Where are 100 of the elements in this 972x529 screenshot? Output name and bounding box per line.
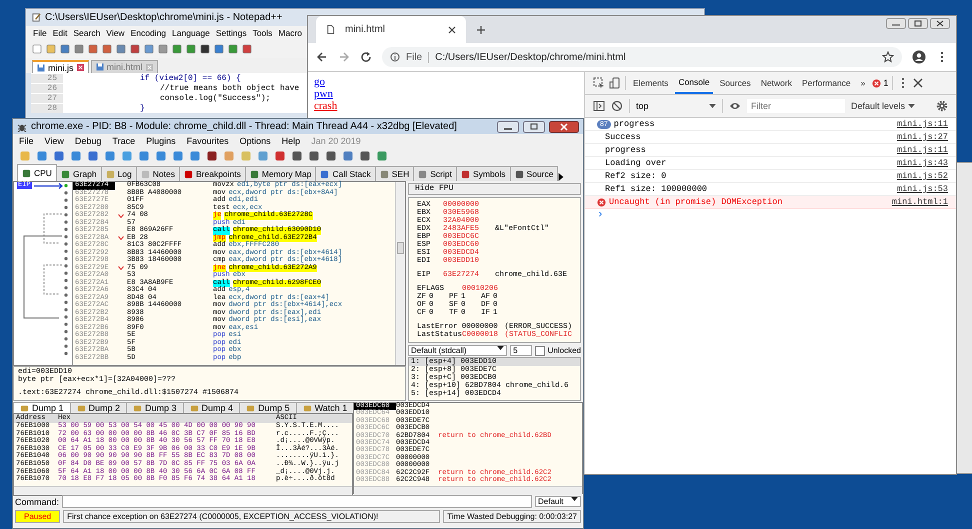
account-icon[interactable]: [912, 50, 926, 64]
file-tab[interactable]: mini.js: [32, 60, 89, 73]
menu-item[interactable]: Plugins: [146, 136, 176, 146]
close-icon[interactable]: [448, 26, 456, 34]
dump-tab[interactable]: Dump 4: [182, 402, 240, 413]
reload-icon[interactable]: [360, 51, 372, 63]
error-count[interactable]: 1: [883, 78, 888, 88]
scrollbar[interactable]: [14, 486, 352, 495]
scrollbar[interactable]: [354, 486, 582, 496]
console-message: Ref1 size: 100000000: [604, 184, 708, 194]
menu-item[interactable]: View: [106, 28, 125, 38]
command-field[interactable]: [62, 495, 532, 508]
page-link[interactable]: crash: [314, 100, 338, 112]
context-dropdown[interactable]: top: [636, 101, 716, 111]
menu-item[interactable]: Help: [282, 136, 300, 146]
toolbar-icon[interactable]: [359, 150, 371, 162]
debugger-tab[interactable]: Log: [100, 166, 137, 181]
forward-arrow-icon[interactable]: [338, 51, 350, 63]
scroll-right-icon[interactable]: [557, 173, 566, 181]
dump-tab[interactable]: Dump 5: [239, 402, 297, 413]
menu-item[interactable]: Edit: [52, 28, 68, 38]
close-icon[interactable]: [913, 78, 924, 88]
notepad-icon: [32, 13, 41, 22]
error-icon: [597, 198, 606, 206]
page-link[interactable]: pwn: [314, 88, 333, 100]
tab-icon: [320, 170, 330, 178]
levels-dropdown[interactable]: Default levels: [851, 101, 916, 111]
debugger-tab[interactable]: Symbols: [456, 166, 511, 181]
new-tab-icon[interactable]: [476, 24, 486, 34]
devtools-tab[interactable]: Network: [758, 72, 795, 94]
scrollbar-thumb[interactable]: [397, 242, 404, 254]
debugger-tab[interactable]: SEH: [374, 166, 414, 181]
menu-item[interactable]: Options: [240, 136, 271, 146]
dump-tab[interactable]: Watch 1: [296, 402, 354, 413]
scrollbar[interactable]: [395, 182, 405, 365]
dump-tab[interactable]: Dump 1: [13, 402, 71, 413]
source-link[interactable]: mini.js:27: [896, 132, 948, 142]
sidebar-icon[interactable]: [593, 100, 605, 112]
restore-icon[interactable]: [523, 120, 545, 132]
menu-item[interactable]: Settings: [216, 28, 247, 38]
menu-item[interactable]: Encoding: [130, 28, 166, 38]
source-link[interactable]: mini.js:52: [896, 171, 948, 181]
hide-fpu-button[interactable]: Hide FPU: [408, 183, 581, 195]
debugger-tab[interactable]: Breakpoints: [178, 166, 246, 181]
debugger-tab[interactable]: Script: [413, 166, 457, 181]
browser-tab[interactable]: mini.html: [316, 16, 466, 43]
page-link[interactable]: go: [314, 76, 325, 88]
command-mode-dropdown[interactable]: Default: [535, 496, 581, 507]
code-line: }: [140, 104, 145, 112]
menu-item[interactable]: File: [33, 28, 47, 38]
star-icon[interactable]: [882, 51, 894, 63]
devtools-tab[interactable]: Performance: [799, 72, 854, 94]
device-icon[interactable]: [609, 77, 621, 89]
argument-count-spinner[interactable]: 5: [510, 345, 532, 356]
tab-icon: [302, 404, 312, 412]
debugger-tab[interactable]: Notes: [136, 166, 180, 181]
debugger-tab[interactable]: Memory Map: [244, 166, 316, 181]
debugger-tab[interactable]: CPU: [17, 164, 57, 181]
debugger-tab[interactable]: Graph: [56, 166, 102, 181]
calling-convention-dropdown[interactable]: Default (stdcall): [408, 345, 508, 356]
toolbar-icon[interactable]: [308, 150, 320, 162]
toolbar-icon[interactable]: [291, 150, 303, 162]
menu-item[interactable]: Macro: [278, 28, 302, 38]
debugger-tab[interactable]: Call Stack: [315, 166, 376, 181]
minimize-icon[interactable]: [886, 18, 906, 29]
settings-icon[interactable]: [936, 100, 948, 112]
address-bar[interactable]: File C:/Users/IEUser/Desktop/chrome/mini.html: [382, 47, 902, 67]
console-message: Loading over: [604, 158, 666, 168]
eye-icon[interactable]: [729, 100, 741, 112]
source-link[interactable]: mini.js:53: [896, 184, 948, 194]
more-tabs-button[interactable]: »: [858, 72, 868, 94]
inspect-icon[interactable]: [593, 77, 605, 89]
unlocked-checkbox[interactable]: [534, 346, 545, 356]
menu-item[interactable]: Search: [73, 28, 100, 38]
debugger-tab[interactable]: Source: [510, 166, 558, 181]
console-prompt[interactable]: ›: [597, 209, 604, 221]
close-icon[interactable]: [549, 120, 579, 132]
menu-item[interactable]: File: [19, 136, 34, 146]
menu-item[interactable]: Tools: [252, 28, 272, 38]
dump-tab[interactable]: Dump 3: [126, 402, 184, 413]
source-link[interactable]: mini.js:43: [896, 158, 948, 168]
clear-icon[interactable]: [611, 100, 623, 112]
filter-field[interactable]: Filter: [747, 99, 845, 113]
restore-icon[interactable]: [908, 18, 928, 29]
menu-item[interactable]: Debug: [74, 136, 102, 146]
menu-item[interactable]: Trace: [112, 136, 136, 146]
devtools-tab[interactable]: Elements: [630, 72, 672, 94]
menu-item[interactable]: Favourites: [186, 136, 229, 146]
toolbar-icon[interactable]: [206, 150, 218, 162]
devtools-tab[interactable]: Sources: [716, 72, 754, 94]
dump-tab[interactable]: Dump 2: [70, 402, 128, 413]
source-link[interactable]: mini.html:1: [892, 197, 948, 207]
menu-item[interactable]: Language: [172, 28, 210, 38]
source-link[interactable]: mini.js:11: [896, 145, 948, 155]
menu-item[interactable]: View: [44, 136, 64, 146]
close-icon[interactable]: [930, 18, 950, 29]
source-link[interactable]: mini.js:11: [896, 119, 948, 129]
back-arrow-icon[interactable]: [316, 51, 328, 63]
toolbar-icon[interactable]: [325, 150, 337, 162]
minimize-icon[interactable]: [497, 120, 519, 132]
